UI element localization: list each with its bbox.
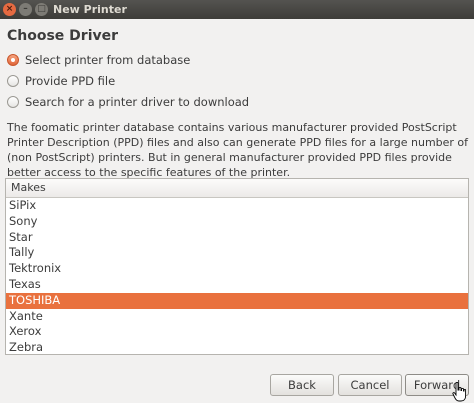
option-select-from-database[interactable]: Select printer from database [7,52,190,68]
radio-provide-ppd-file[interactable] [7,75,19,87]
makes-column-header[interactable]: Makes [6,179,468,198]
back-button[interactable]: Back [270,374,334,396]
list-item-selected[interactable]: TOSHIBA [6,292,468,309]
list-item[interactable]: Tektronix [6,261,468,277]
list-item[interactable]: Tally [6,245,468,261]
list-item[interactable]: Xerox [6,324,468,340]
list-item[interactable]: Sony [6,214,468,230]
option-provide-ppd-file[interactable]: Provide PPD file [7,73,115,89]
option-search-driver-download[interactable]: Search for a printer driver to download [7,94,249,110]
page-title: Choose Driver [7,28,119,44]
close-icon[interactable]: × [3,3,16,16]
new-printer-window: × – □ New Printer Choose Driver Select p… [0,0,474,403]
radio-select-from-database[interactable] [7,54,19,66]
option-label: Provide PPD file [25,74,116,88]
option-label: Search for a printer driver to download [25,95,250,109]
list-item[interactable]: Xante [6,309,468,325]
list-item[interactable]: Zebra [6,340,468,354]
list-item[interactable]: SiPix [6,198,468,214]
cancel-button[interactable]: Cancel [338,374,402,396]
titlebar[interactable]: × – □ New Printer [0,0,474,19]
list-item[interactable]: Texas [6,277,468,293]
list-item[interactable]: Star [6,230,468,246]
option-label: Select printer from database [25,53,191,67]
description-text: The foomatic printer database contains v… [7,121,469,179]
maximize-icon[interactable]: □ [35,3,48,16]
makes-list[interactable]: Makes SiPix Sony Star Tally Tektronix Te… [5,178,469,355]
window-title: New Printer [53,3,127,16]
radio-search-driver-download[interactable] [7,96,19,108]
minimize-icon[interactable]: – [19,3,32,16]
hand-cursor-icon [452,382,466,402]
